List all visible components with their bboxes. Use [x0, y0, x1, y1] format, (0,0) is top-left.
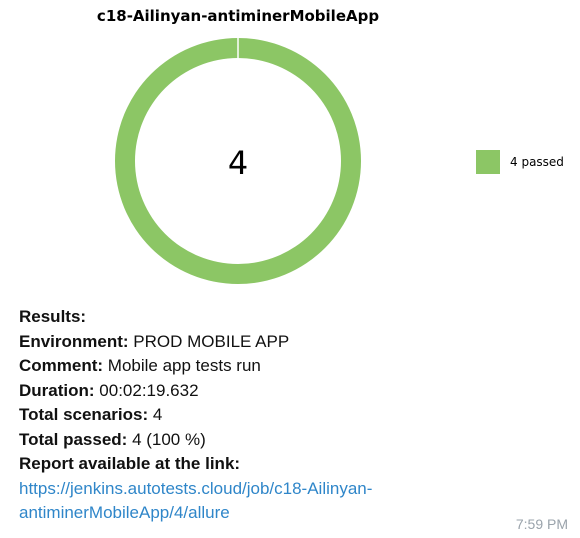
chart-title: c18-Ailinyan-antiminerMobileApp [97, 7, 379, 25]
comment-value: Mobile app tests run [107, 356, 261, 375]
comment-label: Comment: [19, 356, 104, 375]
total-passed-value: 4 (100 %) [132, 429, 206, 449]
results-heading: Results: [19, 307, 87, 326]
total-passed-row: Total passed: 4 (100 %) [19, 428, 559, 453]
donut-chart: c18-Ailinyan-antiminerMobileApp 4 4 pass… [97, 7, 564, 284]
chat-message: c18-Ailinyan-antiminerMobileApp 4 4 pass… [0, 0, 580, 538]
duration-row: Duration: 00:02:19.632 [19, 379, 559, 404]
report-link[interactable]: https://jenkins.autotests.cloud/job/c18-… [19, 479, 372, 498]
environment-row: Environment: PROD MOBILE APP [19, 330, 559, 355]
report-link-line-1: https://jenkins.autotests.cloud/job/c18-… [19, 477, 559, 502]
report-row: Report available at the link: [19, 452, 559, 477]
duration-label: Duration: [19, 380, 95, 400]
total-scenarios-value: 4 [152, 405, 163, 424]
report-label: Report available at the link: [19, 454, 241, 473]
comment-row: Comment: Mobile app tests run [19, 354, 559, 379]
duration-value: 00:02:19.632 [99, 380, 199, 400]
environment-label: Environment: [19, 331, 129, 351]
total-scenarios-label: Total scenarios: [19, 405, 149, 424]
total-passed-label: Total passed: [19, 429, 128, 449]
test-results-chart: c18-Ailinyan-antiminerMobileApp 4 4 pass… [0, 0, 580, 300]
legend-swatch-0 [476, 150, 500, 174]
message-timestamp: 7:59 PM [515, 516, 568, 532]
legend-label-0: 4 passed [510, 155, 564, 169]
total-scenarios-row: Total scenarios: 4 [19, 403, 559, 428]
results-summary: Results: Environment: PROD MOBILE APP Co… [19, 305, 559, 526]
environment-value: PROD MOBILE APP [133, 331, 290, 351]
report-link-continued[interactable]: antiminerMobileApp/4/allure [19, 503, 230, 522]
center-total-label: 4 [228, 144, 248, 182]
report-link-line-2: antiminerMobileApp/4/allure [19, 501, 559, 526]
